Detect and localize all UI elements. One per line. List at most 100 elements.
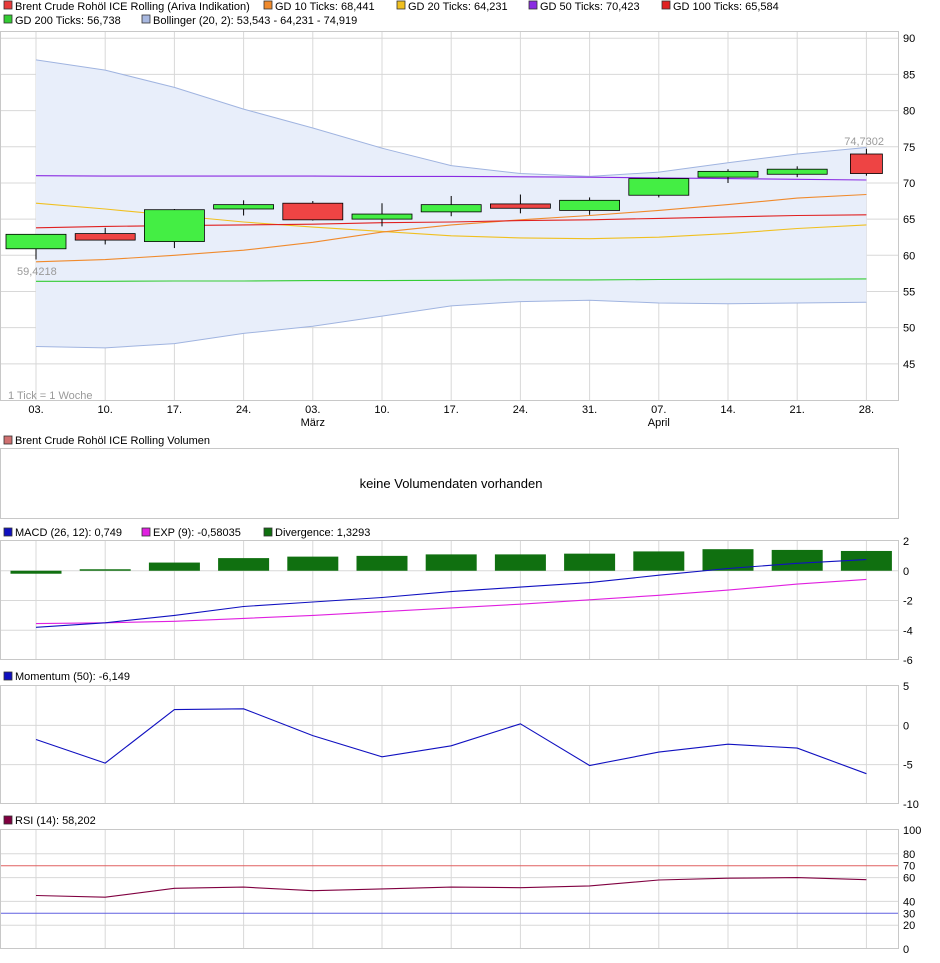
chart-svg: Brent Crude Rohöl ICE Rolling (Ariva Ind… [0, 0, 921, 956]
legend-main: Brent Crude Rohöl ICE Rolling (Ariva Ind… [3, 0, 779, 27]
y-tick-label: 100 [903, 825, 921, 837]
candle [628, 177, 690, 198]
grid-momentum [1, 686, 899, 804]
legend-swatch [3, 14, 13, 24]
legend-swatch [141, 527, 151, 537]
legend-item: GD 10 Ticks: 68,441 [263, 0, 375, 13]
divergence-bar [10, 570, 62, 574]
legend-swatch [3, 815, 13, 825]
y-axis-momentum: 5 0 -5 -10 [903, 681, 919, 811]
legend-label: Divergence: 1,3293 [275, 527, 370, 539]
legend-label: GD 50 Ticks: 70,423 [540, 1, 640, 13]
x-tick-label: 14. [720, 404, 735, 416]
no-volume-message: keine Volumendaten vorhanden [360, 476, 543, 491]
legend-swatch [263, 527, 273, 537]
legend-swatch [661, 0, 671, 10]
candle-body [850, 153, 883, 174]
month-label: März [301, 417, 325, 429]
rsi-line [1, 865, 899, 914]
y-tick-label: 40 [903, 896, 915, 908]
candle-body [628, 178, 690, 196]
legend-volume: Brent Crude Rohöl ICE Rolling Volumen [3, 435, 210, 447]
y-tick-label: 60 [903, 250, 915, 262]
legend-swatch [3, 671, 13, 681]
x-axis-main: 03. 10. 17. 24. 03. 10. 17. 24. 31. 07. 14. 21. 28. M… [28, 404, 874, 429]
x-tick-label: 10. [374, 404, 389, 416]
candle-body [420, 204, 482, 213]
rsi-reference-label: 30 [903, 908, 915, 920]
legend-label: GD 20 Ticks: 64,231 [408, 1, 508, 13]
legend-label: GD 200 Ticks: 56,738 [15, 15, 121, 27]
min-label: 59,4218 [17, 266, 57, 278]
legend-macd: MACD (26, 12): 0,749 EXP (9): -0,58035 D… [3, 527, 370, 539]
divergence-bar [287, 556, 339, 571]
legend-label: RSI (14): 58,202 [15, 815, 96, 827]
x-tick-label: 24. [513, 404, 528, 416]
max-label: 74,7302 [844, 136, 884, 148]
x-tick-label: 03. [28, 404, 43, 416]
grid-rsi [1, 830, 899, 949]
y-axis-main: 45 50 55 60 65 70 75 80 85 90 [903, 33, 915, 371]
legend-swatch [263, 0, 273, 10]
legend-swatch [141, 14, 151, 24]
y-tick-label: 85 [903, 69, 915, 81]
y-tick-label: 80 [903, 106, 915, 118]
legend-label: Brent Crude Rohöl ICE Rolling (Ariva Ind… [15, 1, 250, 13]
legend-item: Bollinger (20, 2): 53,543 - 64,231 - 74,… [141, 14, 357, 27]
x-tick-label: 28. [859, 404, 874, 416]
y-tick-label: 0 [903, 944, 909, 956]
tick-info: 1 Tick = 1 Woche [8, 390, 92, 402]
x-tick-label: 24. [236, 404, 251, 416]
y-tick-label: -5 [903, 760, 913, 772]
candle-body [489, 203, 551, 209]
x-tick-label: 17. [444, 404, 459, 416]
divergence-bar [79, 569, 131, 571]
candle-body [5, 233, 67, 250]
legend-momentum: Momentum (50): -6,149 [3, 671, 130, 683]
x-tick-label: 17. [167, 404, 182, 416]
legend-item: GD 20 Ticks: 64,231 [396, 0, 508, 13]
legend-swatch [3, 527, 13, 537]
y-tick-label: 80 [903, 849, 915, 861]
y-axis-rsi: 100 80 60 40 20 0 70 30 [903, 825, 921, 956]
divergence-bar [771, 549, 823, 571]
y-tick-label: -2 [903, 596, 913, 608]
y-tick-label: 75 [903, 142, 915, 154]
legend-item: GD 50 Ticks: 70,423 [528, 0, 640, 13]
candle-body [143, 209, 205, 242]
month-label: April [648, 417, 670, 429]
y-tick-label: 0 [903, 720, 909, 732]
y-axis-macd: 2 0 -2 -4 -6 [903, 536, 913, 667]
divergence-bar [218, 558, 270, 571]
legend-item: Brent Crude Rohöl ICE Rolling (Ariva Ind… [3, 0, 250, 13]
candle-body [74, 233, 136, 241]
y-tick-label: 5 [903, 681, 909, 693]
candle-body [766, 168, 828, 175]
y-tick-label: 60 [903, 873, 915, 885]
candle-body [282, 202, 344, 221]
x-tick-label: 10. [98, 404, 113, 416]
candle-body [213, 204, 275, 210]
legend-swatch [396, 0, 406, 10]
y-tick-label: 45 [903, 359, 915, 371]
y-tick-label: -4 [903, 625, 913, 637]
divergence-bar [148, 562, 200, 571]
legend-label: Brent Crude Rohöl ICE Rolling Volumen [15, 435, 210, 447]
divergence-bar [494, 554, 546, 571]
x-tick-label: 31. [582, 404, 597, 416]
x-tick-label: 21. [790, 404, 805, 416]
legend-label: Momentum (50): -6,149 [15, 671, 130, 683]
legend-label: Bollinger (20, 2): 53,543 - 64,231 - 74,… [153, 15, 357, 27]
legend-item: GD 200 Ticks: 56,738 [3, 14, 121, 27]
divergence-bar [633, 551, 685, 571]
legend-swatch [528, 0, 538, 10]
candle-body [351, 213, 413, 220]
legend-item: MACD (26, 12): 0,749 [3, 527, 122, 539]
plot-frame-momentum [0, 685, 899, 804]
y-tick-label: 65 [903, 214, 915, 226]
legend-label: EXP (9): -0,58035 [153, 527, 241, 539]
legend-label: GD 10 Ticks: 68,441 [275, 1, 375, 13]
y-tick-label: -6 [903, 655, 913, 667]
rsi-reference-label: 70 [903, 861, 915, 873]
candle-body [697, 170, 759, 178]
